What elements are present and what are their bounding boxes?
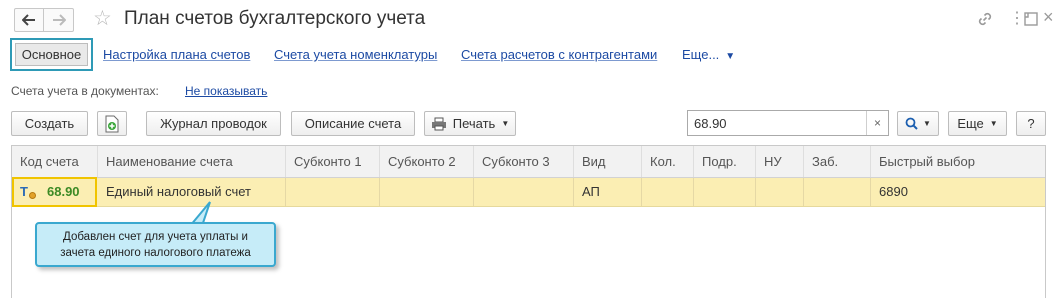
search-button[interactable]: ▼ — [897, 111, 939, 136]
tab-counterparty-accounts[interactable]: Счета расчетов с контрагентами — [461, 47, 657, 62]
expand-icon[interactable] — [1024, 12, 1038, 26]
help-button[interactable]: ? — [1016, 111, 1046, 136]
journal-button[interactable]: Журнал проводок — [146, 111, 281, 136]
dept-cell[interactable] — [694, 178, 756, 206]
column-header[interactable]: Субконто 2 — [380, 146, 474, 177]
copy-button[interactable] — [97, 111, 127, 136]
status-dot-icon — [29, 192, 36, 199]
forward-button[interactable] — [44, 8, 74, 32]
column-header[interactable]: Быстрый выбор — [871, 146, 1046, 177]
column-header[interactable]: НУ — [756, 146, 804, 177]
arrow-right-icon — [52, 14, 66, 26]
table-row[interactable]: Т 68.90 Единый налоговый счет АП 6890 — [12, 177, 1046, 207]
add-document-icon — [105, 115, 119, 132]
column-header[interactable]: Наименование счета — [98, 146, 286, 177]
journal-button-label: Журнал проводок — [160, 116, 267, 131]
more-button[interactable]: Еще ▼ — [948, 111, 1007, 136]
tab-more[interactable]: Еще... ▼ — [682, 47, 735, 62]
caret-down-icon: ▼ — [725, 51, 736, 62]
clear-search-button[interactable]: × — [866, 111, 888, 135]
accounts-in-documents-link[interactable]: Не показывать — [185, 84, 267, 98]
subconto3-cell[interactable] — [474, 178, 574, 206]
description-button-label: Описание счета — [304, 116, 402, 131]
table-header: Код счета Наименование счета Субконто 1 … — [12, 146, 1045, 178]
create-button[interactable]: Создать — [11, 111, 88, 136]
description-button[interactable]: Описание счета — [291, 111, 415, 136]
tab-item-accounts[interactable]: Счета учета номенклатуры — [274, 47, 437, 62]
star-icon[interactable]: ☆ — [93, 7, 112, 31]
print-button[interactable]: Печать ▼ — [424, 111, 516, 136]
printer-icon — [431, 117, 446, 130]
tab-main[interactable]: Основное — [10, 38, 93, 71]
more-button-label: Еще — [957, 116, 984, 131]
annotation-callout: Добавлен счет для учета уплаты и зачета … — [35, 222, 276, 267]
column-header[interactable]: Вид — [574, 146, 642, 177]
tab-main-label: Основное — [14, 43, 89, 66]
close-icon[interactable]: × — [1043, 8, 1054, 26]
column-header[interactable]: Заб. — [804, 146, 871, 177]
caret-down-icon: ▼ — [501, 119, 510, 128]
accounts-in-documents-label: Счета учета в документах: — [11, 84, 159, 98]
page-title: План счетов бухгалтерского учета — [124, 8, 426, 29]
account-code-cell[interactable]: Т 68.90 — [12, 177, 97, 207]
tab-more-label: Еще... — [682, 47, 720, 62]
search-input[interactable] — [688, 111, 866, 135]
arrow-left-icon — [22, 14, 35, 26]
title-bar: ☆ План счетов бухгалтерского учета ⋮ × — [0, 0, 1064, 40]
print-button-label: Печать — [452, 116, 496, 131]
search-field[interactable]: × — [687, 110, 889, 136]
column-header[interactable]: Субконто 1 — [286, 146, 380, 177]
column-header[interactable]: Субконто 3 — [474, 146, 574, 177]
annotation-text: Добавлен счет для учета уплаты и зачета … — [60, 230, 251, 259]
caret-down-icon: ▼ — [989, 119, 998, 128]
search-icon — [905, 117, 918, 130]
column-header[interactable]: Кол. — [642, 146, 694, 177]
nu-cell[interactable] — [756, 178, 804, 206]
qty-cell[interactable] — [642, 178, 694, 206]
quick-select-cell[interactable]: 6890 — [871, 178, 1046, 206]
column-header[interactable]: Подр. — [694, 146, 756, 177]
form-tabs: Основное Настройка плана счетов Счета уч… — [0, 38, 1064, 72]
more-vertical-icon[interactable]: ⋮ — [1009, 10, 1025, 28]
link-icon[interactable] — [976, 10, 994, 28]
account-type-icon: Т — [20, 184, 28, 199]
caret-down-icon: ▼ — [923, 119, 931, 128]
kind-cell[interactable]: АП — [574, 178, 642, 206]
offbalance-cell[interactable] — [804, 178, 871, 206]
account-code: 68.90 — [47, 184, 80, 199]
subconto2-cell[interactable] — [380, 178, 474, 206]
create-button-label: Создать — [24, 116, 75, 131]
column-header[interactable]: Код счета — [12, 146, 98, 177]
tab-chart-settings[interactable]: Настройка плана счетов — [103, 47, 250, 62]
back-button[interactable] — [14, 8, 44, 32]
help-button-label: ? — [1027, 116, 1035, 131]
subconto1-cell[interactable] — [286, 178, 380, 206]
